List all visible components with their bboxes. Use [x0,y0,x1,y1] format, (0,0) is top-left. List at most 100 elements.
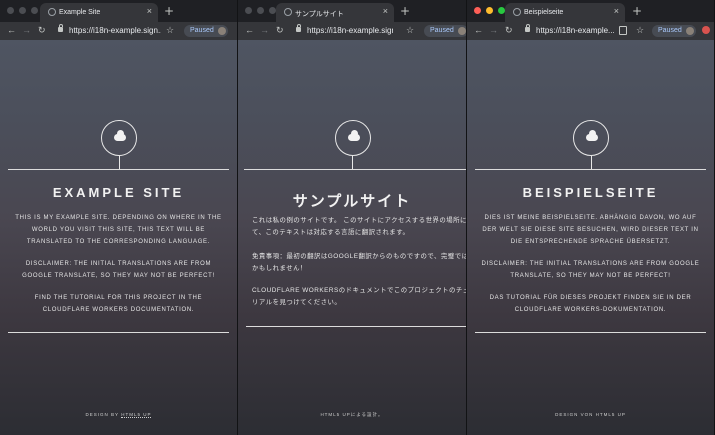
cloud-icon [113,130,126,141]
close-window-button[interactable] [245,7,252,14]
reload-icon[interactable]: ↻ [38,25,46,36]
back-arrow-icon[interactable]: ← [7,25,16,35]
minimize-window-button[interactable] [486,7,493,14]
new-tab-icon[interactable]: + [632,4,642,18]
new-tab-icon[interactable]: + [400,4,410,18]
window-controls [245,7,276,14]
footer-text: DESIGN VON HTML5 UP [555,412,626,417]
minimize-window-button[interactable] [257,7,264,14]
browser-window-english: Example Site × + ← → ↻ https://i18n-exam… [0,0,238,435]
lock-icon[interactable] [296,24,301,32]
page-content: EXAMPLE SITE THIS IS MY EXAMPLE SITE. DE… [0,40,237,435]
tab-title: Beispielseite [524,9,564,16]
tab-title: サンプルサイト [295,11,344,18]
intro-paragraph: これは私の例のサイトです。 このサイトにアクセスする世界の場所に応じて、このテキ… [252,217,467,236]
browser-window-japanese: サンプルサイト × + ← → ↻ https://i18n-example.s… [238,0,467,435]
extension-icon[interactable] [702,26,710,34]
avatar [217,27,226,35]
disclaimer-paragraph: 免責事項：最初の翻訳はGOOGLE翻訳からのものですので、完璧ではないかもしれま… [252,253,467,272]
profile-paused-button[interactable]: Paused [424,25,466,37]
close-window-button[interactable] [7,7,14,14]
window-controls [7,7,38,14]
back-arrow-icon[interactable]: ← [474,25,483,35]
maximize-window-button[interactable] [498,7,505,14]
avatar [685,27,694,35]
translate-icon[interactable] [619,26,627,35]
divider [244,169,466,170]
disclaimer-paragraph: DISCLAIMER: THE INITIAL TRANSLATIONS ARE… [22,261,215,279]
tab-strip: Example Site × + [0,0,237,22]
page-content: サンプルサイト これは私の例のサイトです。 このサイトにアクセスする世界の場所に… [238,40,466,435]
footer-credit: DESIGN BY HTML5 UP [0,412,237,418]
close-icon[interactable]: × [147,6,152,16]
browser-toolbar: ← → ↻ https://i18n-example... ☆ Paused [467,22,714,40]
footer-text: DESIGN BY [85,412,122,417]
page-content: BEISPIELSEITE DIES IST MEINE BEISPIELSEI… [467,40,714,435]
disclaimer-paragraph: DISCLAIMER: THE INITIAL TRANSLATIONS ARE… [481,261,700,279]
divider [475,332,706,333]
new-tab-icon[interactable]: + [164,4,174,18]
forward-arrow-icon[interactable]: → [260,25,269,35]
site-logo [100,120,137,156]
minimize-window-button[interactable] [19,7,26,14]
tab-strip: Beispielseite × + [467,0,714,22]
browser-tab[interactable]: Example Site × [40,3,158,22]
site-logo [335,120,371,156]
forward-arrow-icon[interactable]: → [22,25,31,35]
browser-tab[interactable]: Beispielseite × [505,3,625,22]
reload-icon[interactable]: ↻ [276,25,284,36]
divider [8,332,229,333]
maximize-window-button[interactable] [269,7,276,14]
bookmark-star-icon[interactable]: ☆ [636,25,644,36]
cloud-icon [348,130,360,141]
bookmark-star-icon[interactable]: ☆ [406,25,414,36]
footer-text: HTML5 UPによる設計。 [320,412,384,417]
close-icon[interactable]: × [383,6,388,16]
close-icon[interactable]: × [614,6,619,16]
footer-credit: HTML5 UPによる設計。 [238,412,466,418]
tab-strip: サンプルサイト × + [238,0,466,22]
address-bar[interactable]: https://i18n-example.sign... [69,26,161,35]
cloud-icon [585,130,598,141]
intro-paragraph: DIES IST MEINE BEISPIELSEITE. ABHÄNGIG D… [482,215,699,245]
tutorial-paragraph: DAS TUTORIAL FÜR DIESES PROJEKT FINDEN S… [489,295,692,313]
footer-link[interactable]: HTML5 UP [121,412,152,418]
page-title: サンプルサイト [292,193,412,210]
divider [8,169,229,170]
tab-title: Example Site [59,9,101,16]
browser-tab[interactable]: サンプルサイト × [276,3,394,22]
address-bar[interactable]: https://i18n-example.sign... [307,26,393,35]
page-title: BEISPIELSEITE [522,185,659,200]
page-title: EXAMPLE SITE [52,185,185,200]
tutorial-paragraph: CLOUDFLARE WORKERSのドキュメントでこのプロジェクトのチュートリ… [252,287,467,306]
logo-connector [590,156,592,169]
paused-label: Paused [430,27,454,34]
profile-paused-button[interactable]: Paused [184,25,228,37]
globe-icon [48,8,56,16]
site-logo [572,120,609,156]
reload-icon[interactable]: ↻ [505,25,513,36]
logo-connector [352,156,353,169]
profile-paused-button[interactable]: Paused [652,25,696,37]
browser-toolbar: ← → ↻ https://i18n-example.sign... ☆ Pau… [238,22,466,40]
window-controls [474,7,505,14]
lock-icon[interactable] [525,24,530,32]
paused-label: Paused [658,27,682,34]
paused-label: Paused [190,27,214,34]
maximize-window-button[interactable] [31,7,38,14]
globe-icon [284,8,292,16]
tutorial-paragraph: FIND THE TUTORIAL FOR THIS PROJECT IN TH… [34,295,203,313]
divider [475,169,706,170]
back-arrow-icon[interactable]: ← [245,25,254,35]
browser-window-german: Beispielseite × + ← → ↻ https://i18n-exa… [467,0,715,435]
footer-credit: DESIGN VON HTML5 UP [467,412,714,417]
lock-icon[interactable] [58,24,63,32]
divider [246,326,466,327]
browser-toolbar: ← → ↻ https://i18n-example.sign... ☆ Pau… [0,22,237,40]
intro-paragraph: THIS IS MY EXAMPLE SITE. DEPENDING ON WH… [15,215,222,245]
address-bar[interactable]: https://i18n-example... [536,26,618,35]
avatar [457,27,466,35]
close-window-button[interactable] [474,7,481,14]
forward-arrow-icon[interactable]: → [489,25,498,35]
bookmark-star-icon[interactable]: ☆ [166,25,174,36]
